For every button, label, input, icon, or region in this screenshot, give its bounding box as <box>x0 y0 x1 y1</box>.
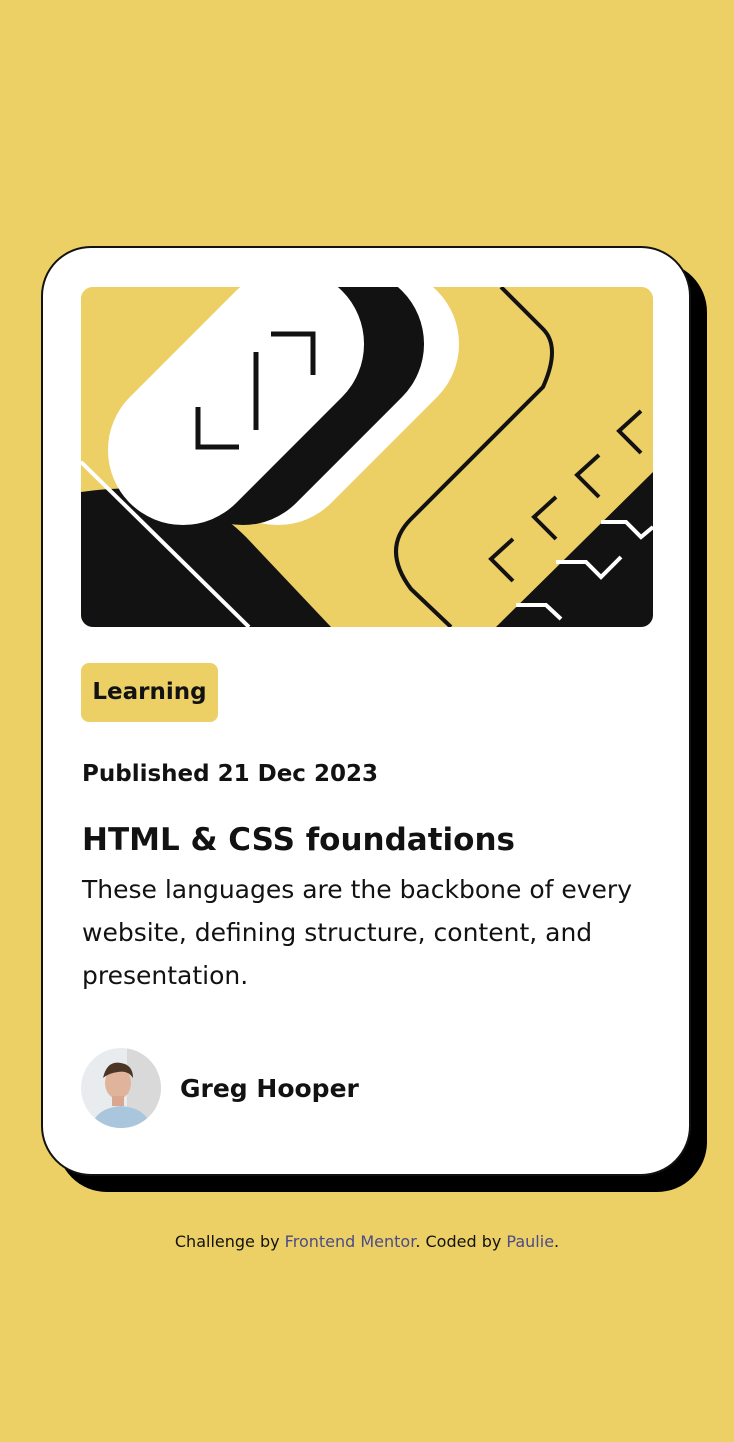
card-title[interactable]: HTML & CSS foundations <box>82 822 515 858</box>
avatar-photo-icon <box>81 1048 161 1128</box>
attribution-prefix: Challenge by <box>174 1232 285 1251</box>
blog-card: Learning Published 21 Dec 2023 HTML & CS… <box>41 246 691 1176</box>
author-name: Greg Hooper <box>180 1073 359 1103</box>
author-link[interactable]: Paulie <box>506 1232 554 1251</box>
hero-illustration <box>81 287 653 627</box>
category-tag[interactable]: Learning <box>81 663 218 722</box>
author: Greg Hooper <box>81 1048 359 1128</box>
avatar <box>81 1048 161 1128</box>
attribution-middle: . Coded by <box>415 1232 507 1251</box>
illustration-article-image <box>81 287 653 627</box>
card-description: These languages are the backbone of ever… <box>82 875 632 990</box>
published-date: Published 21 Dec 2023 <box>82 761 378 787</box>
attribution-suffix: . <box>554 1232 560 1251</box>
frontend-mentor-link[interactable]: Frontend Mentor <box>285 1232 416 1251</box>
attribution: Challenge by Frontend Mentor. Coded by P… <box>0 1232 734 1251</box>
